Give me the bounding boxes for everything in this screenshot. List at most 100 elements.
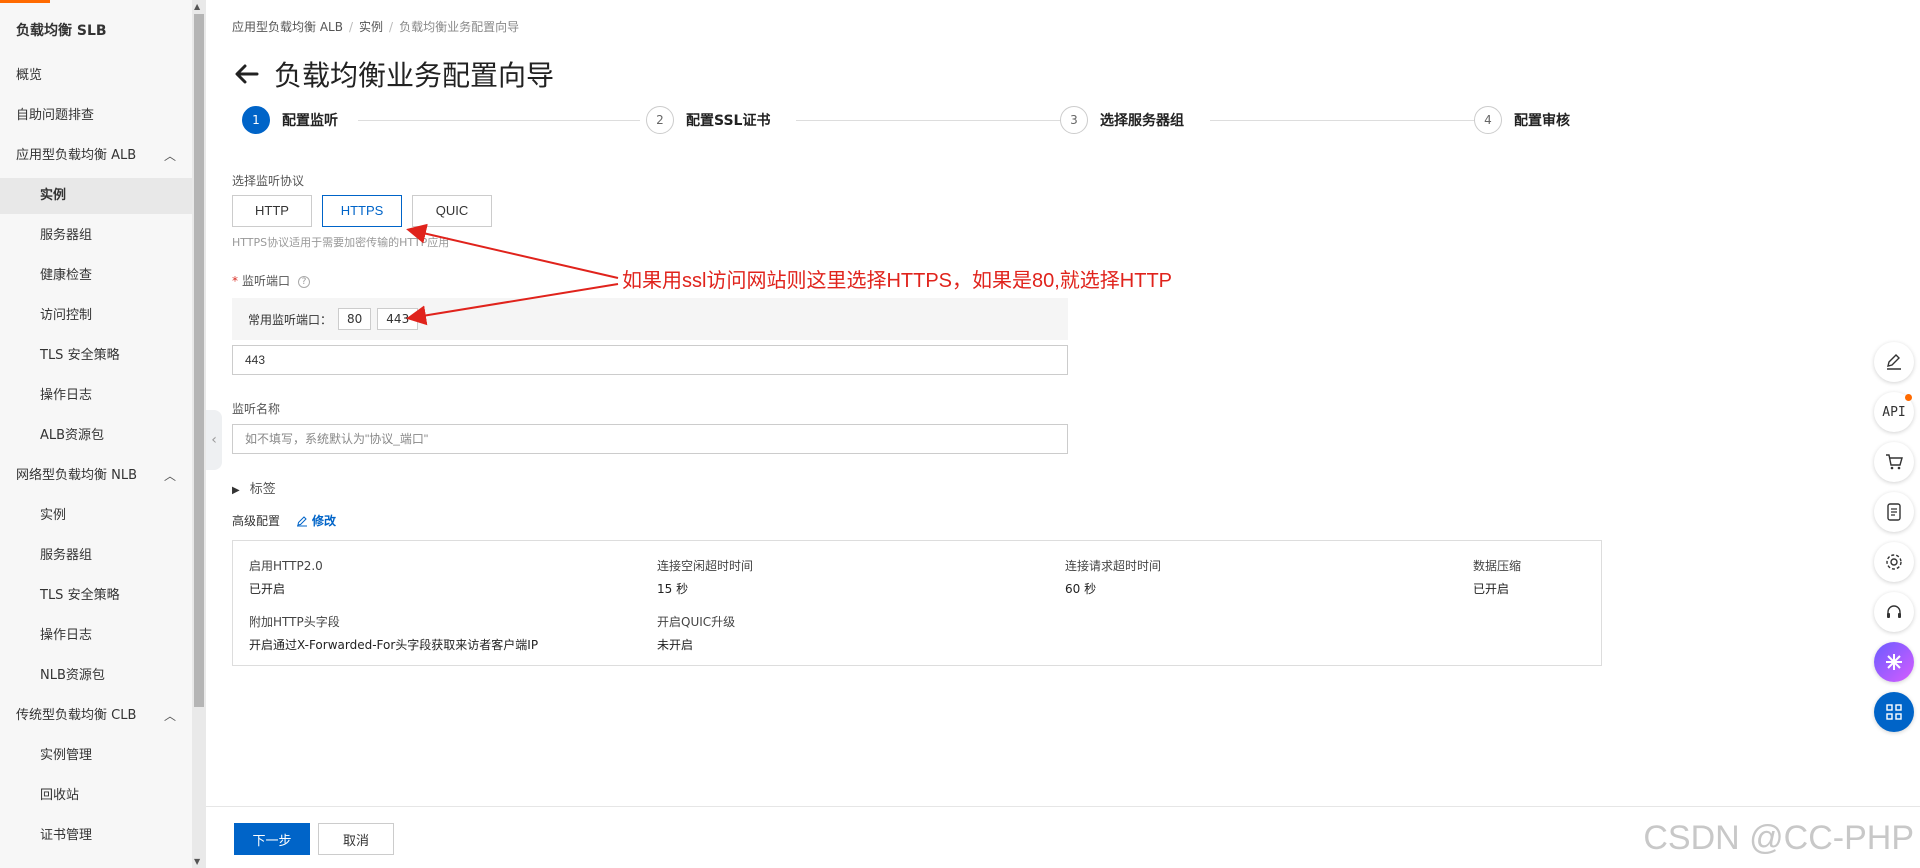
adv-field: 数据压缩 已开启 — [1473, 557, 1521, 597]
adv-field: 连接空闲超时时间 15 秒 — [657, 557, 753, 597]
main-content: 应用型负载均衡 ALB / 实例 / 负载均衡业务配置向导 负载均衡业务配置向导 1 配… — [206, 0, 1920, 868]
adv-field: 附加HTTP头字段 开启通过X-Forwarded-For头字段获取来访者客户端… — [249, 613, 538, 653]
sidebar-item[interactable]: 健康检查 — [0, 258, 192, 294]
adv-field: 连接请求超时时间 60 秒 — [1065, 557, 1161, 597]
step-label: 选择服务器组 — [1100, 113, 1184, 129]
adv-field-value: 60 秒 — [1065, 582, 1097, 596]
sidebar-item-label: TLS 安全策略 — [40, 348, 120, 363]
sidebar-item[interactable]: 操作日志 — [0, 378, 192, 414]
help-icon[interactable]: ? — [298, 275, 311, 288]
chevron-up-icon[interactable]: ︿ — [164, 698, 176, 734]
sidebar-item-label: 服务器组 — [40, 548, 93, 563]
adv-field-key: 附加HTTP头字段 — [249, 615, 340, 629]
port-chip-80[interactable]: 80 — [338, 308, 372, 330]
chevron-up-icon[interactable]: ︿ — [164, 138, 176, 174]
protocol-http-button[interactable]: HTTP — [232, 195, 312, 227]
step-connector — [796, 120, 1076, 121]
sidebar-item-label: TLS 安全策略 — [40, 588, 120, 603]
step-number: 1 — [242, 106, 270, 134]
sidebar-item[interactable]: 传统型负载均衡 CLB ︿ — [0, 698, 192, 734]
step-number: 2 — [646, 106, 674, 134]
advanced-config-label: 高级配置 — [232, 514, 281, 528]
port-input[interactable]: 443 — [232, 345, 1068, 375]
pencil-icon — [297, 515, 308, 526]
scroll-down-icon[interactable]: ▼ — [194, 857, 200, 866]
api-icon[interactable]: API — [1874, 392, 1914, 432]
step-label: 配置监听 — [282, 113, 338, 129]
sidebar-item[interactable]: 概览 — [0, 58, 192, 94]
sidebar-item[interactable]: 自助问题排查 — [0, 98, 192, 134]
sidebar-item-label: 操作日志 — [40, 628, 93, 643]
sidebar-item[interactable]: ALB资源包 — [0, 418, 192, 454]
sidebar-item-label: 传统型负载均衡 CLB — [16, 708, 137, 723]
protocol-selector: HTTP HTTPS QUIC — [232, 195, 492, 227]
sidebar-item[interactable]: NLB资源包 — [0, 658, 192, 694]
settings-icon[interactable] — [1874, 542, 1914, 582]
sidebar-item[interactable]: 实例 — [0, 498, 192, 534]
back-arrow-icon[interactable] — [232, 59, 262, 89]
sidebar-item-label: ALB资源包 — [40, 428, 105, 443]
adv-field-key: 连接空闲超时时间 — [657, 559, 754, 573]
tags-toggle[interactable]: ▶ 标签 — [232, 478, 276, 497]
sidebar-scrollbar[interactable]: ▲ ▼ — [192, 0, 206, 868]
scroll-up-icon[interactable]: ▲ — [194, 2, 200, 11]
protocol-https-button[interactable]: HTTPS — [322, 195, 402, 227]
cancel-button[interactable]: 取消 — [318, 823, 394, 855]
sidebar-item[interactable]: TLS 安全策略 — [0, 338, 192, 374]
sidebar-item-label: 访问控制 — [40, 308, 93, 323]
scrollbar-thumb[interactable] — [194, 14, 204, 707]
sidebar-item-label: 实例管理 — [40, 748, 93, 763]
protocol-quic-button[interactable]: QUIC — [412, 195, 492, 227]
edit-icon[interactable] — [1874, 342, 1914, 382]
wizard-steps: 1 配置监听 2 配置SSL证书 3 选择服务器组 4 配置审核 — [242, 106, 1872, 136]
adv-field-value: 未开启 — [657, 638, 694, 652]
step-label: 配置审核 — [1514, 113, 1570, 129]
adv-field: 开启QUIC升级 未开启 — [657, 613, 735, 653]
sidebar-item[interactable]: 应用型负载均衡 ALB ︿ — [0, 138, 192, 174]
sidebar-item[interactable]: 证书管理 — [0, 818, 192, 854]
adv-field-key: 启用HTTP2.0 — [249, 559, 323, 573]
step-connector — [1210, 120, 1488, 121]
adv-field-value: 15 秒 — [657, 582, 689, 596]
caret-right-icon: ▶ — [232, 485, 240, 496]
breadcrumb-item[interactable]: 实例 — [359, 20, 383, 34]
protocol-hint: HTTPS协议适用于需要加密传输的HTTP应用 — [232, 236, 450, 249]
port-chip-443[interactable]: 443 — [377, 308, 419, 330]
next-button[interactable]: 下一步 — [234, 823, 310, 855]
step-3: 3 选择服务器组 — [1060, 106, 1184, 134]
cart-icon[interactable] — [1874, 442, 1914, 482]
sidebar-item[interactable]: 操作日志 — [0, 618, 192, 654]
edit-advanced-link[interactable]: 修改 — [296, 512, 336, 529]
sidebar-item[interactable]: 网络型负载均衡 NLB ︿ — [0, 458, 192, 494]
sidebar-item-label: NLB资源包 — [40, 668, 105, 683]
chevron-up-icon[interactable]: ︿ — [164, 458, 176, 494]
headset-icon[interactable] — [1874, 592, 1914, 632]
annotation-text: 如果用ssl访问网站则这里选择HTTPS，如果是80,就选择HTTP — [622, 270, 1173, 292]
protocol-label: 选择监听协议 — [232, 174, 305, 188]
apps-icon[interactable] — [1874, 692, 1914, 732]
sidebar-item[interactable]: 回收站 — [0, 778, 192, 814]
adv-field-value: 开启通过X-Forwarded-For头字段获取来访者客户端IP — [249, 638, 539, 652]
step-label: 配置SSL证书 — [686, 113, 771, 129]
doc-icon[interactable] — [1874, 492, 1914, 532]
step-number: 4 — [1474, 106, 1502, 134]
sidebar-item[interactable]: 访问控制 — [0, 298, 192, 334]
port-label: 监听端口 — [242, 274, 291, 288]
sidebar-item[interactable]: 实例 — [0, 178, 192, 214]
sidebar-title: 负载均衡 SLB — [16, 23, 107, 39]
tags-label: 标签 — [249, 482, 276, 497]
sidebar-item[interactable]: TLS 安全策略 — [0, 578, 192, 614]
api-label: API — [1882, 404, 1906, 420]
sidebar-item[interactable]: 实例管理 — [0, 738, 192, 774]
common-ports-panel: 常用监听端口： 80 443 — [232, 298, 1068, 340]
sidebar-item[interactable]: 服务器组 — [0, 218, 192, 254]
sidebar-item-label: 自助问题排查 — [16, 108, 95, 123]
breadcrumb-item[interactable]: 应用型负载均衡 ALB — [232, 20, 343, 34]
sidebar-item[interactable]: 服务器组 — [0, 538, 192, 574]
listener-name-input[interactable]: 如不填写，系统默认为"协议_端口" — [232, 424, 1068, 454]
step-connector — [358, 120, 640, 121]
ai-assistant-icon[interactable] — [1874, 642, 1914, 682]
sidebar-item-label: 应用型负载均衡 ALB — [16, 148, 137, 163]
page-header: 负载均衡业务配置向导 — [232, 54, 554, 94]
sidebar-item-label: 实例 — [40, 508, 67, 523]
